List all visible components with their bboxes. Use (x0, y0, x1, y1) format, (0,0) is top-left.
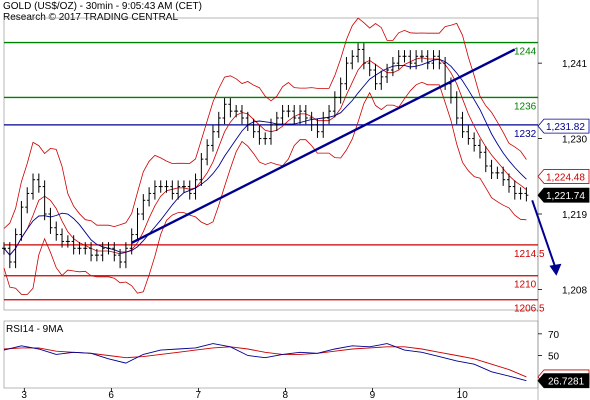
x-tick-label: 3 (21, 390, 27, 400)
price-tag-label: 1,221.74 (546, 191, 585, 202)
level-label-1244: 1244 (514, 47, 537, 58)
y-tick-label: 1,208 (562, 285, 587, 296)
y-tick-label: 1,219 (562, 210, 587, 221)
level-label-1232: 1232 (514, 129, 537, 140)
chart-canvas: 1,241 1,230 1,219 1,208 1244 1236 1232 1214.5 12… (2, 0, 590, 400)
x-tick-label: 7 (195, 390, 201, 400)
x-tick-label: 6 (108, 390, 114, 400)
upper-band-line (3, 17, 527, 229)
rsi-ma-line (3, 346, 527, 378)
x-tick-label: 9 (370, 390, 376, 400)
y-tick-label: 1,230 (562, 135, 587, 146)
price-tag-label: 1,231.82 (546, 122, 585, 133)
main-panel-frame (3, 17, 539, 311)
forecast-arrow-head (549, 263, 562, 276)
level-label-1214.5: 1214.5 (514, 249, 545, 260)
level-label-1210: 1210 (514, 280, 537, 291)
level-label-1236: 1236 (514, 101, 537, 112)
rsi-y-tick-label: 50 (548, 352, 560, 363)
rsi-price-tag-label: 26.7281 (548, 377, 585, 388)
x-tick-label: 10 (457, 390, 469, 400)
rsi-panel-title: RSI14 - 9MA (6, 324, 64, 335)
price-tag-label: 1,224.48 (546, 172, 585, 183)
y-tick-label: 1,241 (562, 59, 587, 70)
level-label-1206.5: 1206.5 (514, 304, 545, 315)
rsi-line (3, 343, 527, 382)
moving-average-line (3, 57, 527, 256)
slow-moving-average-line (3, 58, 527, 256)
rsi-y-tick-label: 70 (548, 330, 560, 341)
lower-band-line (3, 81, 527, 296)
x-tick-label: 8 (283, 390, 289, 400)
rsi-panel-frame (3, 320, 539, 389)
